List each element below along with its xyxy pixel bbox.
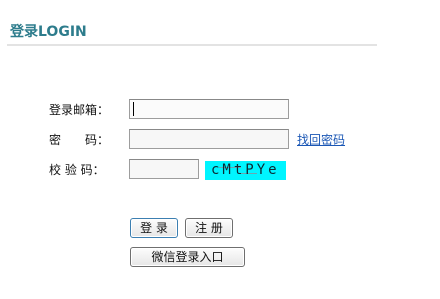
login-page: 登录LOGIN 登录邮箱： 密 码： 找回密码 校 验 码： cMtPYe 登 … bbox=[0, 0, 440, 299]
captcha-image[interactable]: cMtPYe bbox=[205, 161, 286, 180]
login-button[interactable]: 登 录 bbox=[130, 218, 178, 238]
captcha-label: 校 验 码： bbox=[49, 163, 105, 177]
email-field[interactable] bbox=[129, 99, 289, 119]
text-cursor bbox=[133, 102, 134, 116]
wechat-login-button[interactable]: 微信登录入口 bbox=[130, 247, 245, 267]
captcha-field[interactable] bbox=[129, 159, 199, 179]
email-label: 登录邮箱： bbox=[49, 103, 110, 117]
forgot-password-link[interactable]: 找回密码 bbox=[297, 131, 345, 148]
title-divider bbox=[7, 44, 377, 46]
page-title: 登录LOGIN bbox=[10, 24, 87, 40]
captcha-text: cMtPYe bbox=[211, 162, 280, 178]
password-label: 密 码： bbox=[49, 133, 110, 147]
password-field[interactable] bbox=[129, 129, 289, 149]
register-button[interactable]: 注 册 bbox=[185, 218, 233, 238]
